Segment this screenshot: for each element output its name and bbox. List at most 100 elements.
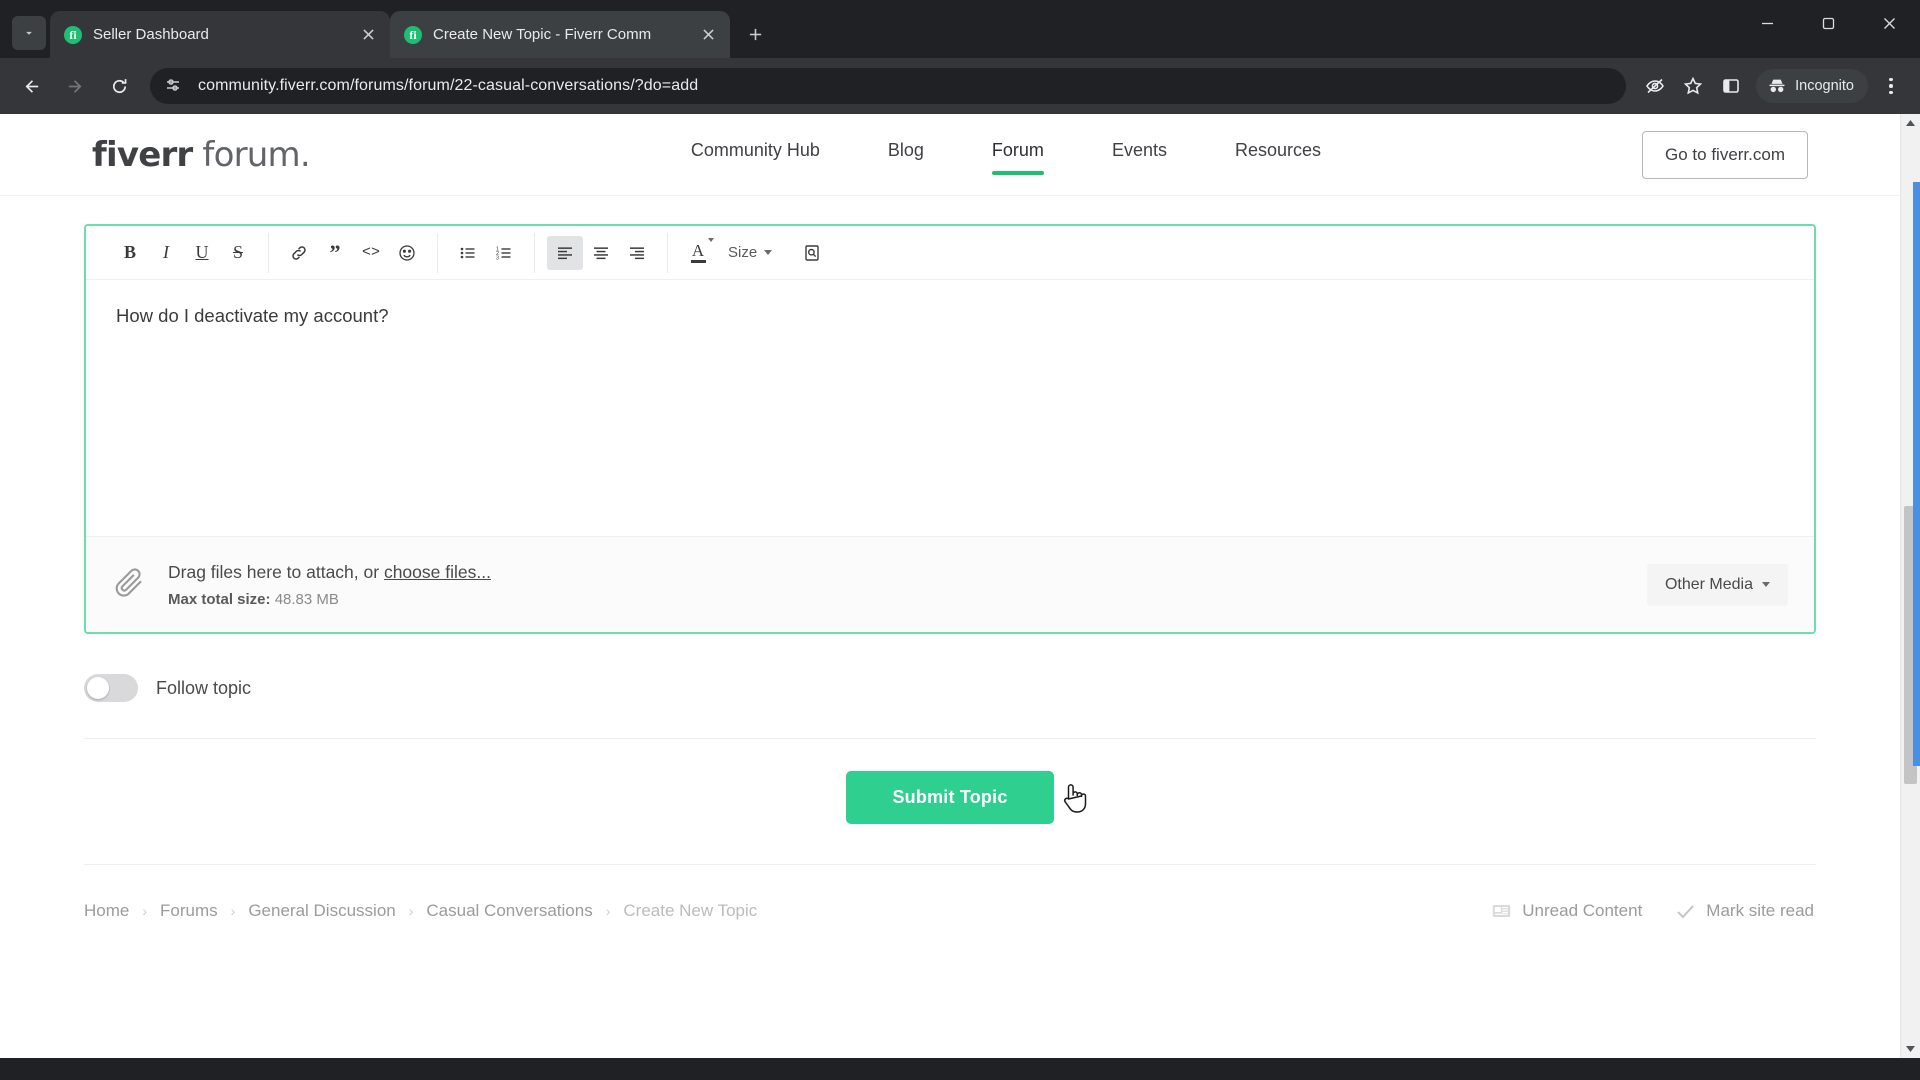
tracking-protection-icon[interactable] xyxy=(1638,69,1672,103)
menu-dot xyxy=(1889,90,1893,95)
other-media-label: Other Media xyxy=(1664,575,1753,593)
back-button[interactable] xyxy=(12,67,50,105)
fiverr-forum-logo[interactable]: fiverr forum. xyxy=(92,135,311,175)
align-left-button[interactable] xyxy=(547,235,583,270)
breadcrumb-item-create-new-topic: Create New Topic xyxy=(623,901,758,920)
minimize-button[interactable] xyxy=(1737,0,1798,46)
mark-site-read-label: Mark site read xyxy=(1706,901,1814,920)
taskbar-strip xyxy=(0,1058,1920,1080)
submit-topic-button[interactable]: Submit Topic xyxy=(846,771,1054,824)
bookmark-star-icon[interactable] xyxy=(1676,69,1710,103)
nav-item-community-hub[interactable]: Community Hub xyxy=(691,134,820,175)
unread-content-label: Unread Content xyxy=(1522,901,1643,920)
mark-site-read-link[interactable]: Mark site read xyxy=(1676,901,1814,921)
maximize-button[interactable] xyxy=(1798,0,1859,46)
link-icon xyxy=(292,245,306,260)
check-icon xyxy=(1677,904,1694,918)
site-navigation: Community Hub Blog Forum Events Resource… xyxy=(370,134,1642,175)
forward-arrow-icon xyxy=(68,79,81,93)
close-icon[interactable] xyxy=(696,23,720,47)
underline-button[interactable]: U xyxy=(184,236,220,270)
address-bar[interactable]: community.fiverr.com/forums/forum/22-cas… xyxy=(150,68,1627,104)
browser-tab-seller-dashboard[interactable]: fi Seller Dashboard xyxy=(50,11,390,58)
align-center-button[interactable] xyxy=(583,236,619,270)
italic-button[interactable]: I xyxy=(148,236,184,270)
toolbar-group-insert: ” <> xyxy=(269,232,438,273)
tab-search-button[interactable] xyxy=(12,16,46,50)
nav-item-resources[interactable]: Resources xyxy=(1235,134,1321,175)
breadcrumb-item-home[interactable]: Home xyxy=(84,901,129,921)
bold-button[interactable]: B xyxy=(112,236,148,270)
align-center-icon xyxy=(594,246,608,259)
align-right-button[interactable] xyxy=(619,236,655,270)
unread-content-link[interactable]: Unread Content xyxy=(1492,901,1642,921)
bullet-list-button[interactable] xyxy=(450,236,486,270)
text-color-button[interactable]: A xyxy=(680,236,716,270)
numbered-list-button[interactable]: 1 2 3 xyxy=(486,236,522,270)
footer-actions: Unread Content Mark site read xyxy=(1492,901,1814,921)
reload-button[interactable] xyxy=(100,67,138,105)
follow-topic-label: Follow topic xyxy=(156,677,252,698)
incognito-indicator[interactable]: Incognito xyxy=(1756,69,1868,103)
breadcrumb-item-casual-conversations[interactable]: Casual Conversations xyxy=(426,901,592,921)
toolbar-group-lists: 1 2 3 xyxy=(438,232,535,273)
underline-glyph: U xyxy=(195,242,209,262)
site-settings-icon[interactable] xyxy=(164,76,184,96)
close-icon[interactable] xyxy=(356,23,380,47)
menu-dot xyxy=(1889,77,1893,82)
nav-item-blog[interactable]: Blog xyxy=(888,134,924,175)
paperclip-icon xyxy=(112,565,146,604)
site-header: fiverr forum. Community Hub Blog Forum E… xyxy=(0,114,1900,196)
new-tab-button[interactable] xyxy=(738,17,772,51)
forward-button[interactable] xyxy=(56,67,94,105)
choose-files-link[interactable]: choose files... xyxy=(384,562,491,582)
strikethrough-button[interactable]: S xyxy=(220,236,256,270)
incognito-icon xyxy=(1769,79,1785,93)
close-window-button[interactable] xyxy=(1859,0,1920,46)
mouse-cursor-pointer xyxy=(1063,784,1087,813)
breadcrumb-item-general-discussion[interactable]: General Discussion xyxy=(248,901,395,921)
page-scrollbar[interactable] xyxy=(1900,114,1920,1058)
font-size-label: Size xyxy=(728,244,758,261)
preview-button[interactable] xyxy=(794,236,830,270)
go-to-fiverr-button[interactable]: Go to fiverr.com xyxy=(1642,130,1808,179)
main-content: B I U S ” <> 1 2 3 A Size How do I deact… xyxy=(0,224,1900,921)
nav-item-events[interactable]: Events xyxy=(1112,134,1167,175)
page-content: fiverr forum. Community Hub Blog Forum E… xyxy=(0,114,1900,1058)
font-size-dropdown[interactable]: Size xyxy=(716,236,784,270)
attachment-text: Drag files here to attach, or choose fil… xyxy=(168,562,1647,608)
other-media-dropdown[interactable]: Other Media xyxy=(1646,563,1788,606)
scroll-down-button[interactable] xyxy=(1901,1040,1920,1058)
nav-item-forum[interactable]: Forum xyxy=(991,134,1044,175)
incognito-label: Incognito xyxy=(1795,78,1854,94)
link-button[interactable] xyxy=(281,236,317,270)
tab-title: Create New Topic - Fiverr Comm xyxy=(433,26,652,43)
preview-icon xyxy=(805,244,819,261)
breadcrumb-separator-icon: › xyxy=(605,903,611,919)
italic-glyph: I xyxy=(163,242,169,262)
minimize-icon xyxy=(1762,22,1773,24)
quote-button[interactable]: ” xyxy=(317,236,353,270)
scroll-up-button[interactable] xyxy=(1901,114,1920,132)
code-glyph: <> xyxy=(361,244,380,261)
breadcrumb-separator-icon: › xyxy=(408,903,414,919)
newspaper-icon xyxy=(1493,905,1511,917)
side-panel-icon[interactable] xyxy=(1714,69,1748,103)
chevron-down-icon xyxy=(708,237,714,242)
attachment-prompt-prefix: Drag files here to attach, or xyxy=(168,561,384,582)
tab-title: Seller Dashboard xyxy=(93,26,209,43)
code-button[interactable]: <> xyxy=(353,236,389,270)
back-arrow-icon xyxy=(25,79,38,93)
text-color-glyph: A xyxy=(691,241,705,261)
max-size-value: 48.83 MB xyxy=(274,590,339,608)
topic-body-textarea[interactable]: How do I deactivate my account? xyxy=(86,280,1814,536)
text-color-swatch xyxy=(690,260,706,263)
url-text: community.fiverr.com/forums/forum/22-cas… xyxy=(198,77,699,94)
follow-topic-toggle[interactable] xyxy=(84,674,138,702)
browser-menu-button[interactable] xyxy=(1874,69,1908,103)
emoji-button[interactable] xyxy=(389,236,425,270)
svg-text:3: 3 xyxy=(496,255,499,261)
breadcrumb-item-forums[interactable]: Forums xyxy=(160,901,218,921)
browser-tab-create-new-topic[interactable]: fi Create New Topic - Fiverr Comm xyxy=(390,11,730,58)
attachment-dropzone[interactable]: Drag files here to attach, or choose fil… xyxy=(86,536,1814,632)
